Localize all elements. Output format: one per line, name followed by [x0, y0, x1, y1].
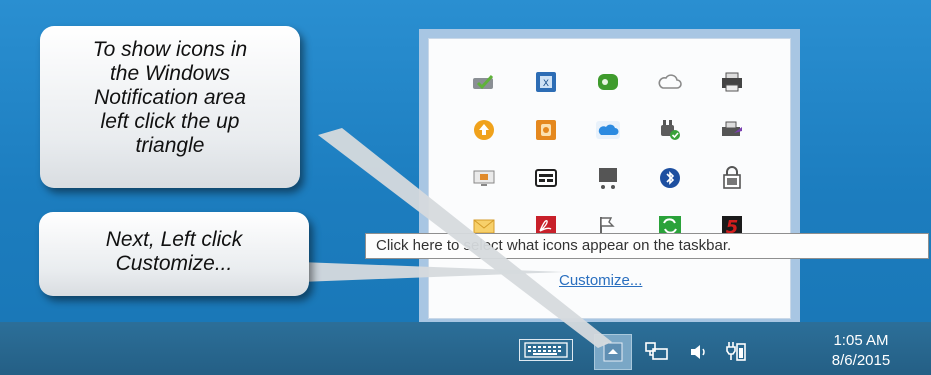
orange-square-icon[interactable]	[529, 113, 563, 147]
show-hidden-icons-up-triangle-icon[interactable]	[594, 334, 632, 370]
power-check-icon[interactable]	[653, 113, 687, 147]
clock-date: 8/6/2015	[831, 352, 891, 369]
battery-icon[interactable]	[721, 338, 751, 366]
orange-up-arrow-icon[interactable]	[467, 113, 501, 147]
display-stand-icon[interactable]	[591, 161, 625, 195]
printer-icon[interactable]	[715, 65, 749, 99]
callout-text-line: Notification area	[94, 86, 246, 109]
callout-text-line: triangle	[135, 134, 205, 157]
bluetooth-icon[interactable]	[653, 161, 687, 195]
callout-customize: Next, Left click Customize...	[39, 212, 309, 296]
customize-link[interactable]: Customize...	[559, 272, 642, 289]
callout-text-line: the Windows	[109, 62, 231, 85]
card-reader-icon[interactable]	[529, 161, 563, 195]
taskbar-clock[interactable]: 1:05 AM 8/6/2015	[806, 331, 916, 371]
cloud-outline-icon[interactable]	[653, 65, 687, 99]
monitor-orange-icon[interactable]	[467, 161, 501, 195]
onedrive-cloud-icon[interactable]	[591, 113, 625, 147]
callout-text-line: To show icons in	[92, 38, 248, 61]
chat-bubble-icon[interactable]	[591, 65, 625, 99]
keyboard-icon[interactable]	[519, 339, 573, 361]
taskbar	[0, 322, 931, 375]
sync-check-icon[interactable]	[467, 65, 501, 99]
callout-text-line: Customize...	[115, 252, 233, 275]
network-icon[interactable]	[642, 338, 672, 366]
svg-text:X: X	[543, 79, 549, 89]
volume-icon[interactable]	[684, 338, 714, 366]
callout-text-line: left click the up	[100, 110, 240, 133]
printer-arrow-icon[interactable]	[715, 113, 749, 147]
excel-sheet-icon[interactable]: X	[529, 65, 563, 99]
overflow-popup-panel: X 5 Customize...	[428, 38, 791, 319]
callout-show-icons: To show icons in the Windows Notificatio…	[40, 26, 300, 188]
clock-time: 1:05 AM	[833, 332, 889, 349]
bitlocker-icon[interactable]	[715, 161, 749, 195]
customize-tooltip: Click here to select what icons appear o…	[365, 233, 929, 259]
notification-area-overflow-popup: X 5 Customize...	[419, 29, 800, 328]
callout-text-line: Next, Left click	[105, 228, 243, 251]
